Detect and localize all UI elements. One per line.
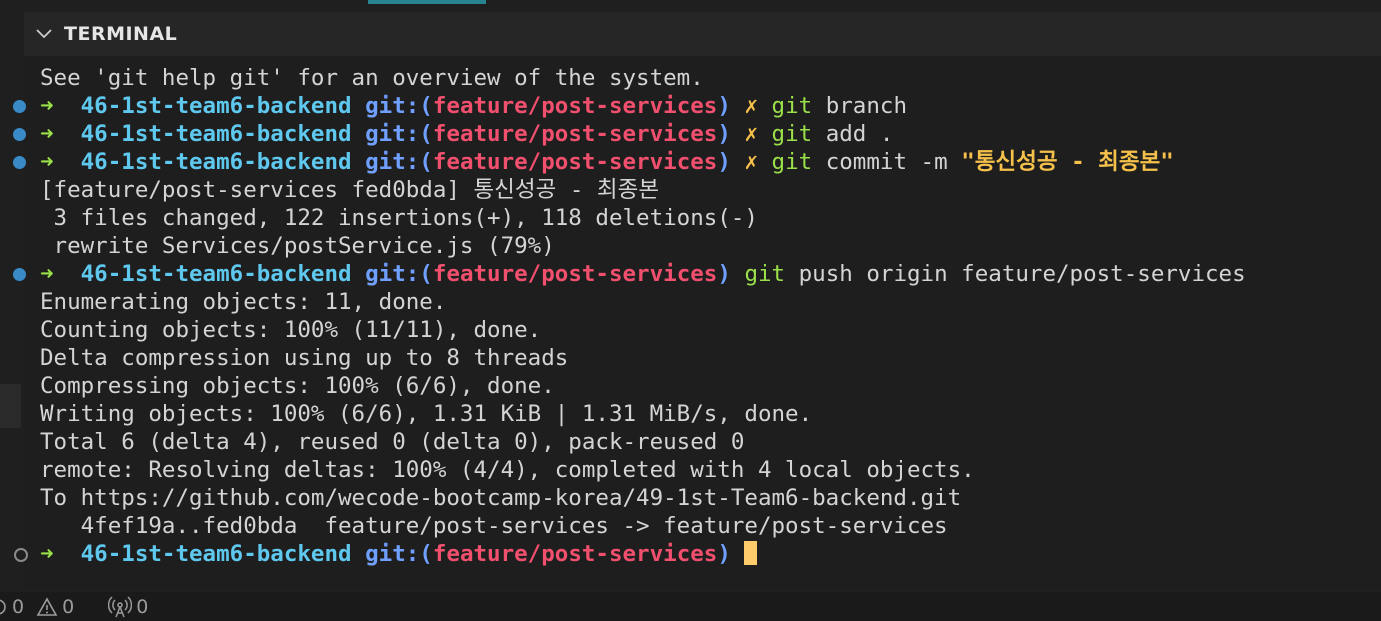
output-text: Enumerating objects: 11, done. bbox=[40, 289, 447, 315]
output-text: rewrite Services/postService.js (79%) bbox=[40, 233, 555, 259]
output-text: 3 files changed, 122 insertions(+), 118 … bbox=[40, 205, 758, 231]
prompt-git-label: git:( bbox=[365, 541, 433, 567]
warning-icon bbox=[36, 596, 58, 617]
prompt-git-close: ) bbox=[717, 121, 731, 147]
output-text: Total 6 (delta 4), reused 0 (delta 0), p… bbox=[40, 429, 745, 455]
terminal-cursor[interactable] bbox=[744, 541, 758, 565]
terminal-prompt-line: ➜ 46-1st-team6-backend git:(feature/post… bbox=[10, 260, 1350, 288]
command-status-dot-icon[interactable] bbox=[13, 156, 26, 169]
terminal-output-line: 3 files changed, 122 insertions(+), 118 … bbox=[10, 204, 1350, 232]
prompt-branch: feature/post-services bbox=[432, 121, 718, 147]
prompt-branch: feature/post-services bbox=[432, 149, 718, 175]
status-warnings[interactable]: 0 bbox=[36, 596, 74, 618]
terminal-output[interactable]: See 'git help git' for an overview of th… bbox=[10, 64, 1350, 568]
chevron-down-icon[interactable] bbox=[32, 22, 56, 46]
terminal-prompt-line: ➜ 46-1st-team6-backend git:(feature/post… bbox=[10, 540, 1350, 568]
command-name: git bbox=[771, 149, 813, 175]
status-bar: 0 0 0 bbox=[0, 592, 1381, 621]
prompt-arrow-icon: ➜ bbox=[40, 541, 54, 567]
prompt-git-close: ) bbox=[717, 149, 731, 175]
prompt-directory: 46-1st-team6-backend bbox=[80, 93, 352, 119]
output-text: To https://github.com/wecode-bootcamp-ko… bbox=[40, 485, 962, 511]
prompt-git-close: ) bbox=[717, 541, 731, 567]
terminal-output-line: Enumerating objects: 11, done. bbox=[10, 288, 1350, 316]
prompt-arrow-icon: ➜ bbox=[40, 149, 54, 175]
prompt-directory: 46-1st-team6-backend bbox=[80, 261, 352, 287]
terminal-output-line: remote: Resolving deltas: 100% (4/4), co… bbox=[10, 456, 1350, 484]
command-status-dot-icon[interactable] bbox=[13, 268, 26, 281]
command-name: git bbox=[771, 93, 813, 119]
terminal-output-line: See 'git help git' for an overview of th… bbox=[10, 64, 1350, 92]
command-args: branch bbox=[825, 93, 907, 119]
dirty-marker-icon: ✗ bbox=[744, 93, 758, 119]
command-status-dot-icon[interactable] bbox=[13, 128, 26, 141]
command-name: git bbox=[771, 121, 813, 147]
terminal-output-line: To https://github.com/wecode-bootcamp-ko… bbox=[10, 484, 1350, 512]
terminal-output-line: Counting objects: 100% (11/11), done. bbox=[10, 316, 1350, 344]
dirty-marker-icon: ✗ bbox=[744, 149, 758, 175]
prompt-git-label: git:( bbox=[365, 149, 433, 175]
prompt-branch: feature/post-services bbox=[432, 93, 718, 119]
command-status-dot-icon[interactable] bbox=[13, 100, 26, 113]
command-status-dot-icon[interactable] bbox=[14, 548, 28, 562]
output-text: [feature/post-services fed0bda] 통신성공 - 최… bbox=[40, 177, 660, 203]
terminal-output-line: Delta compression using up to 8 threads bbox=[10, 344, 1350, 372]
command-args: commit -m bbox=[825, 149, 948, 175]
status-ports[interactable]: 0 bbox=[108, 596, 148, 618]
terminal-prompt-line: ➜ 46-1st-team6-backend git:(feature/post… bbox=[10, 148, 1350, 176]
dirty-marker-icon: ✗ bbox=[744, 121, 758, 147]
error-icon bbox=[0, 598, 8, 616]
prompt-directory: 46-1st-team6-backend bbox=[80, 541, 352, 567]
prompt-arrow-icon: ➜ bbox=[40, 261, 54, 287]
terminal-prompt-line: ➜ 46-1st-team6-backend git:(feature/post… bbox=[10, 120, 1350, 148]
terminal-output-line: Compressing objects: 100% (6/6), done. bbox=[10, 372, 1350, 400]
panel-title: TERMINAL bbox=[64, 23, 178, 45]
terminal-output-line: 4fef19a..fed0bda feature/post-services -… bbox=[10, 512, 1350, 540]
prompt-git-label: git:( bbox=[365, 93, 433, 119]
prompt-git-close: ) bbox=[717, 93, 731, 119]
terminal-output-line: Total 6 (delta 4), reused 0 (delta 0), p… bbox=[10, 428, 1350, 456]
command-string-arg: "통신성공 - 최종본" bbox=[961, 149, 1174, 175]
output-text: remote: Resolving deltas: 100% (4/4), co… bbox=[40, 457, 975, 483]
prompt-arrow-icon: ➜ bbox=[40, 121, 54, 147]
broadcast-icon bbox=[108, 595, 133, 618]
output-text: Compressing objects: 100% (6/6), done. bbox=[40, 373, 555, 399]
output-text: See 'git help git' for an overview of th… bbox=[40, 65, 704, 91]
terminal-output-line: [feature/post-services fed0bda] 통신성공 - 최… bbox=[10, 176, 1350, 204]
error-count: 0 bbox=[12, 595, 25, 618]
terminal-output-line: Writing objects: 100% (6/6), 1.31 KiB | … bbox=[10, 400, 1350, 428]
prompt-branch: feature/post-services bbox=[432, 541, 718, 567]
active-tab-indicator bbox=[368, 0, 486, 4]
prompt-arrow-icon: ➜ bbox=[40, 93, 54, 119]
command-args: add . bbox=[825, 121, 894, 147]
terminal-output-line: rewrite Services/postService.js (79%) bbox=[10, 232, 1350, 260]
output-text: Writing objects: 100% (6/6), 1.31 KiB | … bbox=[40, 401, 813, 427]
prompt-git-close: ) bbox=[717, 261, 731, 287]
command-name: git bbox=[744, 261, 786, 287]
prompt-branch: feature/post-services bbox=[432, 261, 718, 287]
prompt-git-label: git:( bbox=[365, 261, 433, 287]
command-args: push origin feature/post-services bbox=[798, 261, 1246, 287]
status-errors[interactable]: 0 bbox=[0, 596, 24, 618]
prompt-directory: 46-1st-team6-backend bbox=[80, 121, 352, 147]
output-text: Counting objects: 100% (11/11), done. bbox=[40, 317, 542, 343]
prompt-directory: 46-1st-team6-backend bbox=[80, 149, 352, 175]
terminal-prompt-line: ➜ 46-1st-team6-backend git:(feature/post… bbox=[10, 92, 1350, 120]
terminal-panel-header[interactable]: TERMINAL bbox=[24, 12, 1381, 56]
output-text: 4fef19a..fed0bda feature/post-services -… bbox=[40, 513, 948, 539]
warning-count: 0 bbox=[62, 595, 75, 618]
prompt-git-label: git:( bbox=[365, 121, 433, 147]
ports-count: 0 bbox=[136, 595, 149, 618]
output-text: Delta compression using up to 8 threads bbox=[40, 345, 569, 371]
